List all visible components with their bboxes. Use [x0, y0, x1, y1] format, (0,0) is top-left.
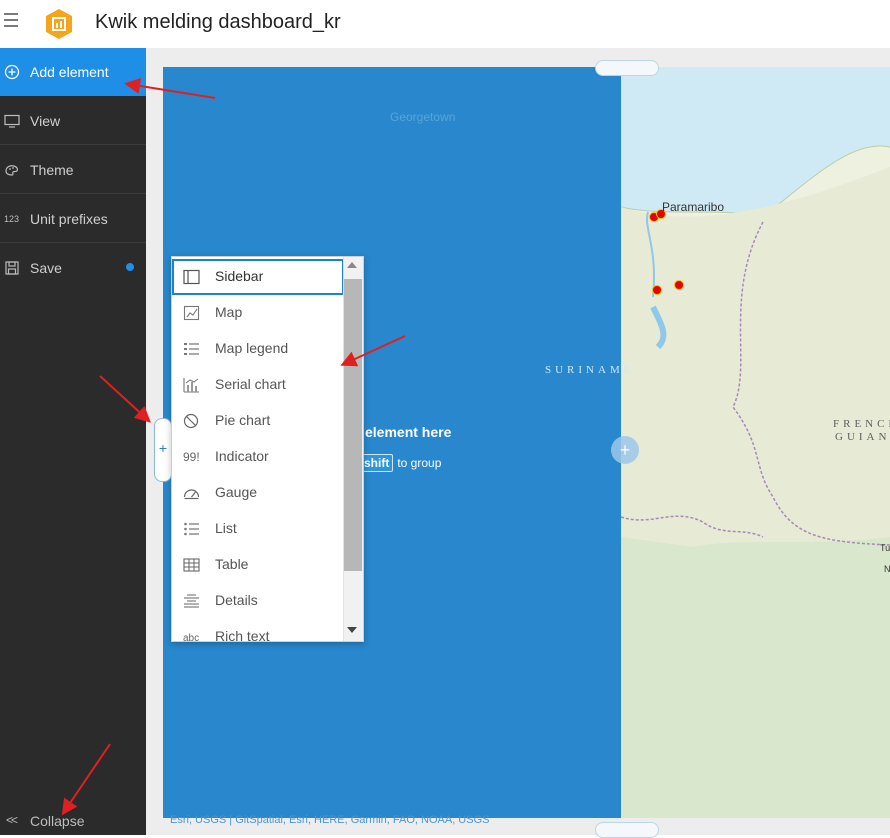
- menu-item-label: Indicator: [215, 448, 269, 464]
- menu-item-label: Serial chart: [215, 376, 286, 392]
- menu-item-table[interactable]: Table: [172, 547, 344, 583]
- menu-item-label: Details: [215, 592, 258, 608]
- menu-scrollbar-thumb[interactable]: [344, 279, 362, 571]
- menu-item-map[interactable]: Map: [172, 295, 344, 331]
- menu-item-map-legend[interactable]: Map legend: [172, 331, 344, 367]
- rich-text-icon: abc: [183, 633, 200, 642]
- menu-item-rich-text[interactable]: abc Rich text: [172, 619, 344, 642]
- add-element-menu: Sidebar Map Map legend Serial chart Pie …: [171, 256, 364, 642]
- menu-item-pie-chart[interactable]: Pie chart: [172, 403, 344, 439]
- indicator-icon: 99!: [183, 450, 200, 464]
- pie-chart-icon: [183, 413, 200, 429]
- sidebar-icon: [183, 269, 200, 285]
- app-header: Kwik melding dashboard_kr: [0, 0, 890, 49]
- drop-zone-hint-text: to group: [397, 456, 442, 470]
- map-label-cut-1: Tu: [880, 543, 890, 553]
- hamburger-menu-icon[interactable]: [4, 13, 18, 27]
- add-element-left-handle[interactable]: +: [154, 418, 172, 482]
- collapse-button[interactable]: << Collapse: [0, 810, 146, 834]
- save-icon: [4, 260, 20, 276]
- menu-item-label: Map legend: [215, 340, 289, 356]
- table-icon: [183, 557, 200, 573]
- palette-icon: [4, 162, 20, 178]
- drop-zone-text: element here: [365, 424, 452, 440]
- details-icon: [183, 593, 200, 609]
- drop-zone-hint: shift to group: [360, 454, 441, 472]
- sidebar-item-view[interactable]: View: [0, 97, 146, 145]
- sidebar-item-label: View: [30, 113, 61, 129]
- scroll-down-arrow-icon[interactable]: [347, 627, 357, 633]
- sidebar-item-label: Unit prefixes: [30, 211, 108, 227]
- shift-key-hint: shift: [360, 454, 394, 472]
- add-element-center-handle[interactable]: +: [611, 436, 639, 464]
- numbers-icon: 123: [4, 214, 20, 224]
- app-title: Kwik melding dashboard_kr: [95, 11, 341, 33]
- menu-item-label: Sidebar: [215, 268, 264, 284]
- monitor-icon: [4, 113, 20, 129]
- menu-item-label: Gauge: [215, 484, 258, 500]
- menu-item-label: Map: [215, 304, 243, 320]
- sidebar-item-add-element[interactable]: Add element: [0, 48, 146, 96]
- map-legend-icon: [183, 341, 200, 357]
- sidebar-item-label: Add element: [30, 64, 109, 80]
- map-label-cut-2: N: [884, 564, 890, 574]
- unsaved-indicator: [126, 263, 134, 271]
- menu-item-sidebar[interactable]: Sidebar: [172, 259, 344, 295]
- sidebar-item-label: Theme: [30, 162, 74, 178]
- menu-item-gauge[interactable]: Gauge: [172, 475, 344, 511]
- city-label-georgetown: Georgetown: [390, 110, 456, 124]
- menu-item-label: Pie chart: [215, 412, 271, 428]
- double-chevron-left-icon: <<: [6, 813, 18, 827]
- list-icon: [183, 521, 200, 537]
- city-label-paramaribo: Paramaribo: [662, 200, 725, 214]
- menu-item-details[interactable]: Details: [172, 583, 344, 619]
- builder-sidebar: Add element View Theme 123 Unit prefixes…: [0, 48, 146, 835]
- add-element-bottom-handle[interactable]: [595, 822, 659, 838]
- menu-item-label: List: [215, 520, 237, 536]
- map-icon: [183, 305, 200, 321]
- collapse-label: Collapse: [30, 813, 85, 829]
- scroll-up-arrow-icon[interactable]: [347, 262, 357, 268]
- country-label-guiana: GUIANA: [835, 431, 890, 443]
- sidebar-item-label: Save: [30, 260, 62, 276]
- add-element-top-handle[interactable]: [595, 60, 659, 76]
- menu-item-serial-chart[interactable]: Serial chart: [172, 367, 344, 403]
- sidebar-item-unit-prefixes[interactable]: 123 Unit prefixes: [0, 195, 146, 243]
- country-label-suriname: SURINAME: [545, 364, 635, 376]
- plus-circle-icon: [4, 64, 20, 80]
- sidebar-item-save[interactable]: Save: [0, 244, 146, 292]
- menu-item-indicator[interactable]: 99! Indicator: [172, 439, 344, 475]
- menu-item-list[interactable]: List: [172, 511, 344, 547]
- country-label-french: FRENCH: [833, 418, 890, 430]
- map-attribution: Esri, USGS | GitSpatial, Esri, HERE, Gar…: [170, 814, 490, 826]
- menu-item-label: Table: [215, 556, 249, 572]
- serial-chart-icon: [183, 377, 200, 393]
- dashboard-app-logo: [44, 8, 74, 40]
- menu-item-label: Rich text: [215, 628, 270, 642]
- gauge-icon: [183, 485, 200, 501]
- sidebar-item-theme[interactable]: Theme: [0, 146, 146, 194]
